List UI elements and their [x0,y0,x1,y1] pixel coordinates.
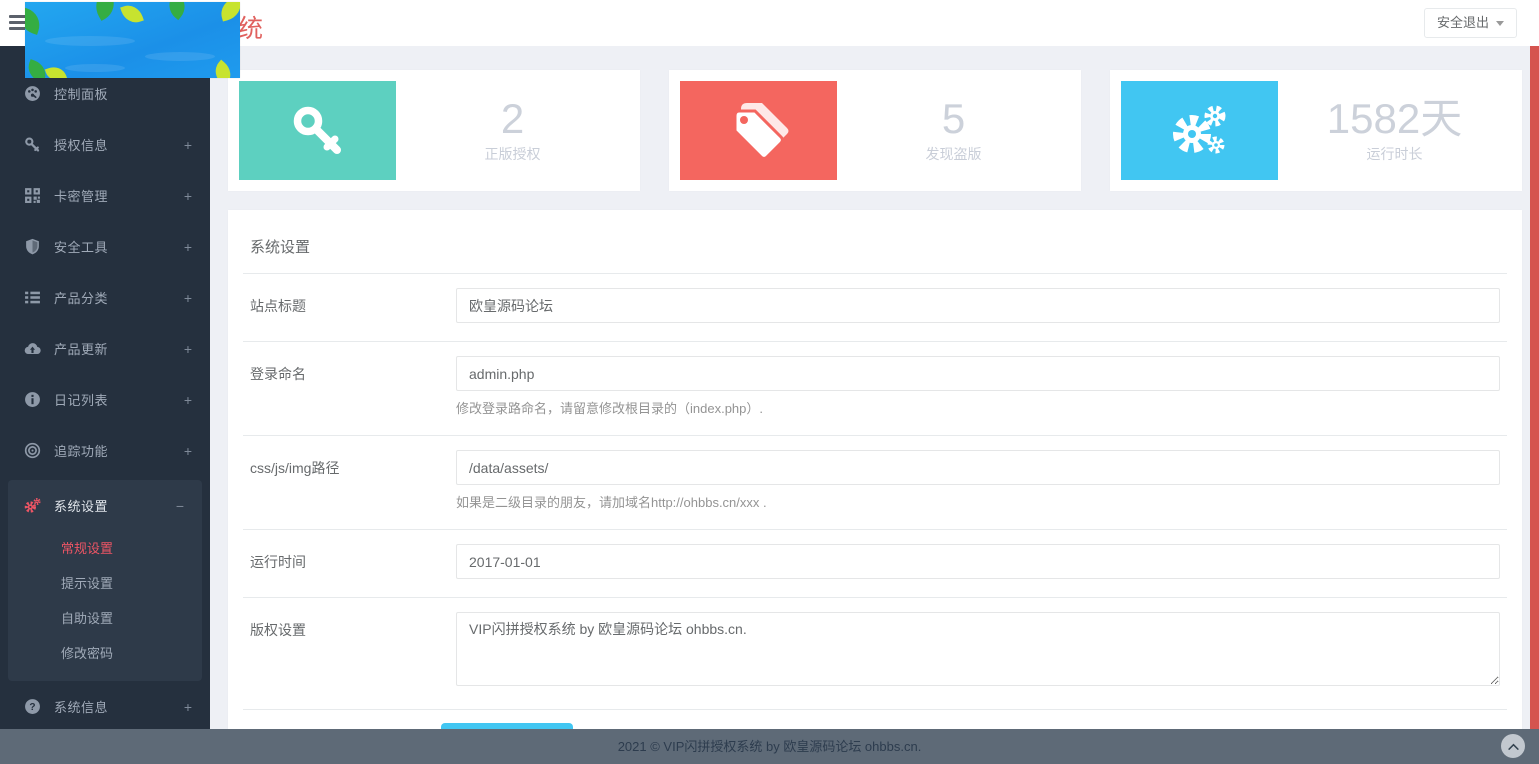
stat-label: 正版授权 [485,144,541,164]
sidebar-item-tracking[interactable]: 追踪功能 + [0,425,210,476]
settings-panel: 系统设置 站点标题 登录命名 修改登录路命名，请留意修改根目录的（index.p… [228,210,1522,764]
login-name-input[interactable] [456,356,1500,391]
logout-button[interactable]: 安全退出 [1424,8,1517,38]
logout-label: 安全退出 [1437,15,1489,30]
form-row-site-title: 站点标题 [243,274,1507,341]
leaf-icon [218,2,240,22]
info-icon [24,391,41,408]
expand-plus-icon: + [184,239,192,255]
site-title-input[interactable] [456,288,1500,323]
leaf-icon [120,2,144,26]
sidebar-subitem-selfservice-settings[interactable]: 自助设置 [8,601,202,636]
main-content: 2 正版授权 5 发现盗版 1582天 运行时长 系统设置 [210,46,1539,764]
stat-card-piracy-found: 5 发现盗版 [669,70,1081,191]
chevron-down-icon [1496,21,1504,26]
list-icon [24,289,41,306]
sidebar-item-label: 产品分类 [54,288,184,307]
sidebar-section-system-settings: 系统设置 − 常规设置 提示设置 自助设置 修改密码 [8,480,202,681]
gears-icon [24,497,41,514]
leaf-icon [163,2,191,20]
question-icon: ? [24,698,41,715]
sidebar-subitem-prompt-settings[interactable]: 提示设置 [8,566,202,601]
cloud-upload-icon [24,340,41,357]
expand-plus-icon: + [184,290,192,306]
assets-path-input[interactable] [456,450,1500,485]
expand-plus-icon: + [184,137,192,153]
qrcode-icon [24,187,41,204]
run-date-input[interactable] [456,544,1500,579]
sidebar-item-log-list[interactable]: 日记列表 + [0,374,210,425]
sidebar-subitem-change-password[interactable]: 修改密码 [8,636,202,671]
sidebar-item-system-settings[interactable]: 系统设置 − [8,480,202,531]
expand-plus-icon: + [184,392,192,408]
stat-label: 发现盗版 [926,144,982,164]
stat-value: 1582天 [1327,97,1462,141]
field-label: 版权设置 [250,612,456,689]
sidebar-subitem-general-settings[interactable]: 常规设置 [8,531,202,566]
form-row-copyright: 版权设置 VIP闪拼授权系统 by 欧皇源码论坛 ohbbs.cn. [243,598,1507,707]
stat-card-uptime: 1582天 运行时长 [1110,70,1522,191]
page-title: 统 [238,9,408,45]
form-row-run-date: 运行时间 [243,530,1507,597]
sidebar-item-product-update[interactable]: 产品更新 + [0,323,210,374]
logo-banner-image [25,2,240,78]
shield-icon [24,238,41,255]
sidebar-item-label: 系统设置 [54,496,176,515]
stat-card-genuine-auth: 2 正版授权 [228,70,640,191]
dashboard-icon [24,85,41,102]
sidebar-item-security-tools[interactable]: 安全工具 + [0,221,210,272]
expand-plus-icon: + [184,443,192,459]
sidebar-nav: 控制面板 授权信息 + 卡密管理 + 安全工具 + 产品分类 + 产品更新 + [0,46,210,729]
sidebar-item-label: 追踪功能 [54,441,184,460]
sidebar-item-card-key[interactable]: 卡密管理 + [0,170,210,221]
sidebar-item-label: 授权信息 [54,135,184,154]
leaf-icon [89,2,120,21]
collapse-minus-icon: − [176,498,184,514]
field-label: css/js/img路径 [250,450,456,511]
sidebar-item-label: 卡密管理 [54,186,184,205]
sidebar-item-label: 产品更新 [54,339,184,358]
form-row-assets-path: css/js/img路径 如果是二级目录的朋友，请加域名http://ohbbs… [243,436,1507,529]
sidebar-item-system-info[interactable]: ? 系统信息 + [0,681,210,732]
field-label: 站点标题 [250,288,456,323]
field-label: 登录命名 [250,356,456,417]
copyright-textarea[interactable]: VIP闪拼授权系统 by 欧皇源码论坛 ohbbs.cn. [456,612,1500,686]
stat-label: 运行时长 [1367,144,1423,164]
sidebar-item-label: 安全工具 [54,237,184,256]
sidebar-item-product-category[interactable]: 产品分类 + [0,272,210,323]
bullseye-icon [24,442,41,459]
tags-icon [680,81,837,180]
gears-icon [1121,81,1278,180]
help-text: 如果是二级目录的朋友，请加域名http://ohbbs.cn/xxx . [456,492,1500,511]
chevron-up-icon [1508,743,1519,750]
sidebar-item-auth-info[interactable]: 授权信息 + [0,119,210,170]
expand-plus-icon: + [184,188,192,204]
expand-plus-icon: + [184,699,192,715]
vertical-scrollbar-thumb[interactable] [1530,46,1539,729]
field-label: 运行时间 [250,544,456,579]
page-footer: 2021 © VIP闪拼授权系统 by 欧皇源码论坛 ohbbs.cn. [0,729,1539,764]
key-icon [24,136,41,153]
stat-value: 5 [942,97,965,141]
leaf-icon [25,7,44,35]
scroll-to-top-button[interactable] [1501,734,1525,758]
panel-title: 系统设置 [243,210,1507,274]
footer-copyright: 2021 © VIP闪拼授权系统 by 欧皇源码论坛 ohbbs.cn. [618,739,922,754]
leaf-icon [210,60,237,78]
form-row-login-name: 登录命名 修改登录路命名，请留意修改根目录的（index.php）. [243,342,1507,435]
svg-text:?: ? [29,702,35,713]
admin-page: { "theme": { "teal": "#5dd0c0", "coral":… [0,0,1539,764]
expand-plus-icon: + [184,341,192,357]
leaf-icon [45,63,67,78]
key-icon [239,81,396,180]
sidebar-item-label: 控制面板 [54,84,192,103]
sidebar-item-label: 系统信息 [54,697,184,716]
sidebar-item-label: 日记列表 [54,390,184,409]
stat-value: 2 [501,97,524,141]
stat-cards-row: 2 正版授权 5 发现盗版 1582天 运行时长 [228,70,1522,191]
help-text: 修改登录路命名，请留意修改根目录的（index.php）. [456,398,1500,417]
